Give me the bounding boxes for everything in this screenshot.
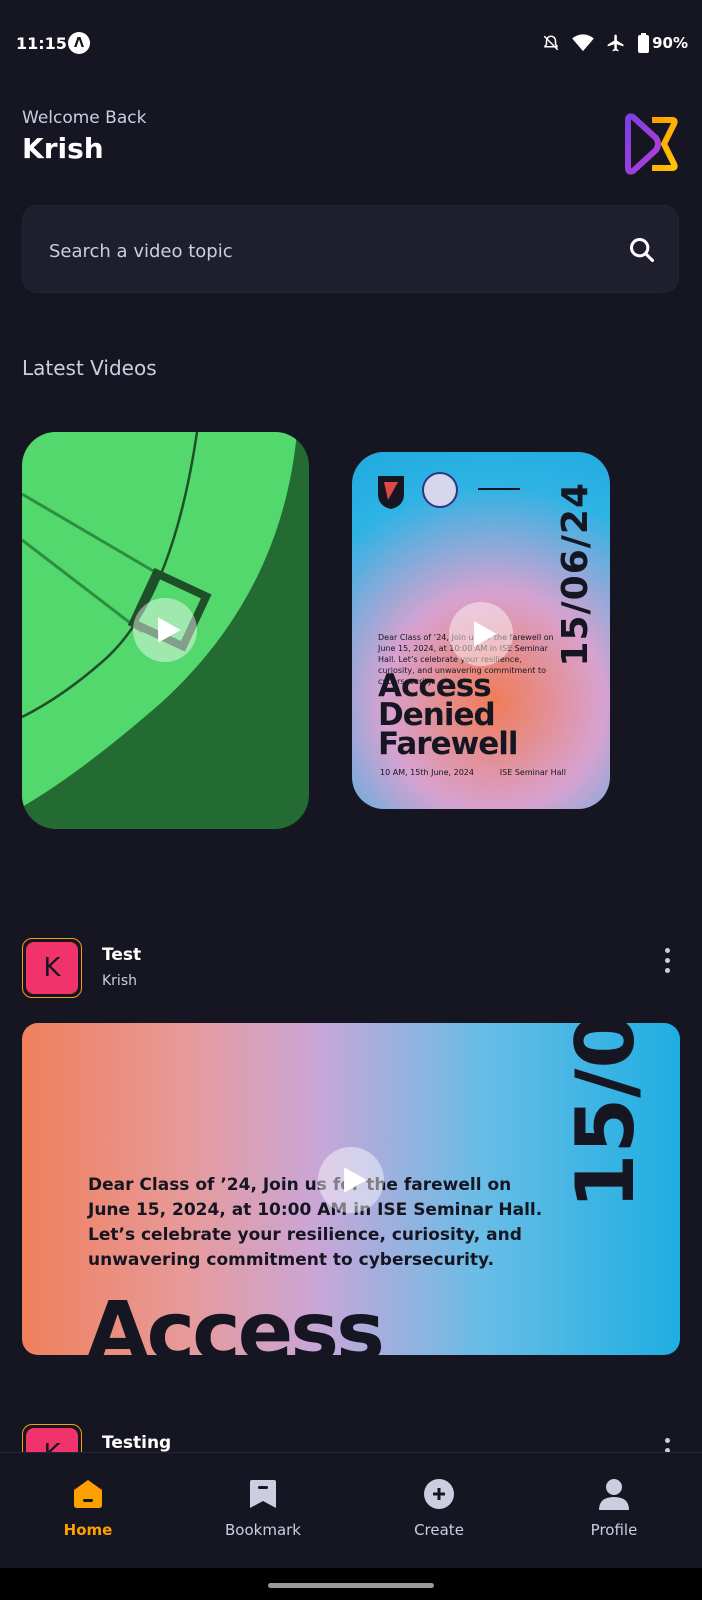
home-icon [74, 1480, 102, 1508]
battery-level: 90% [652, 34, 688, 52]
thumbnail-title: Access [86, 1285, 385, 1355]
play-button[interactable] [318, 1147, 384, 1213]
tab-label: Create [414, 1521, 464, 1539]
tab-label: Profile [590, 1521, 638, 1539]
event-time: 10 AM, 15th June, 2024 [380, 768, 474, 777]
latest-video-card[interactable] [22, 432, 309, 829]
airplane-icon [607, 34, 624, 52]
battery-icon [638, 33, 650, 53]
profile-icon [599, 1479, 629, 1510]
avatar-initial: K [26, 1428, 78, 1452]
tab-create[interactable]: Create [374, 1477, 504, 1539]
tab-home[interactable]: Home [23, 1477, 153, 1539]
play-icon [343, 1167, 367, 1193]
play-icon [473, 621, 497, 647]
thumbnail-date: 15/0 [559, 1023, 652, 1210]
play-button[interactable] [449, 602, 513, 666]
welcome-text: Welcome Back [22, 108, 147, 128]
tab-profile[interactable]: Profile [549, 1477, 679, 1539]
play-button[interactable] [133, 598, 197, 662]
event-title: Access Denied Farewell [378, 668, 519, 762]
mute-bell-icon [543, 35, 559, 51]
avatar[interactable]: K [22, 938, 82, 998]
gesture-handle[interactable] [268, 1583, 434, 1588]
more-options-icon[interactable] [663, 948, 671, 973]
tab-label: Home [63, 1521, 113, 1539]
search-icon[interactable] [628, 236, 656, 264]
status-time: 11:15 [16, 34, 67, 53]
avatar-initial: K [26, 942, 78, 994]
post-item: K Testing [0, 1400, 702, 1452]
shield-logo-icon [378, 476, 404, 509]
video-thumbnail[interactable]: 15/0 Dear Class of ’24, Join us for the … [22, 1023, 680, 1355]
wifi-icon [572, 34, 594, 52]
battery-display: 90% [638, 33, 688, 53]
post-title: Test [102, 945, 142, 965]
search-bar[interactable] [22, 205, 679, 296]
plus-circle-icon [424, 1479, 454, 1509]
bookmark-icon [250, 1480, 276, 1508]
tab-label: Bookmark [225, 1521, 301, 1539]
latest-videos-title: Latest Videos [22, 356, 157, 380]
more-options-icon[interactable] [663, 1438, 671, 1452]
college-seal-icon [422, 472, 458, 508]
app-notification-icon: Λ [68, 32, 90, 54]
username: Krish [22, 132, 104, 165]
post-author: Krish [102, 973, 137, 989]
event-date: 15/06/24 [555, 482, 596, 667]
system-nav-bar [0, 1568, 702, 1600]
post-title: Testing [102, 1433, 172, 1452]
latest-video-card[interactable]: 15/06/24 Dear Class of ’24, Join us for … [352, 452, 610, 809]
search-input[interactable] [47, 206, 611, 296]
divider [478, 488, 520, 490]
tab-bookmark[interactable]: Bookmark [198, 1477, 328, 1539]
avatar[interactable]: K [22, 1424, 82, 1452]
play-icon [157, 617, 181, 643]
bottom-tab-bar: Home Bookmark Create Profile [0, 1452, 702, 1569]
status-icons: 90% [542, 33, 688, 53]
app-logo-icon [625, 113, 678, 175]
event-venue: ISE Seminar Hall [499, 768, 566, 777]
